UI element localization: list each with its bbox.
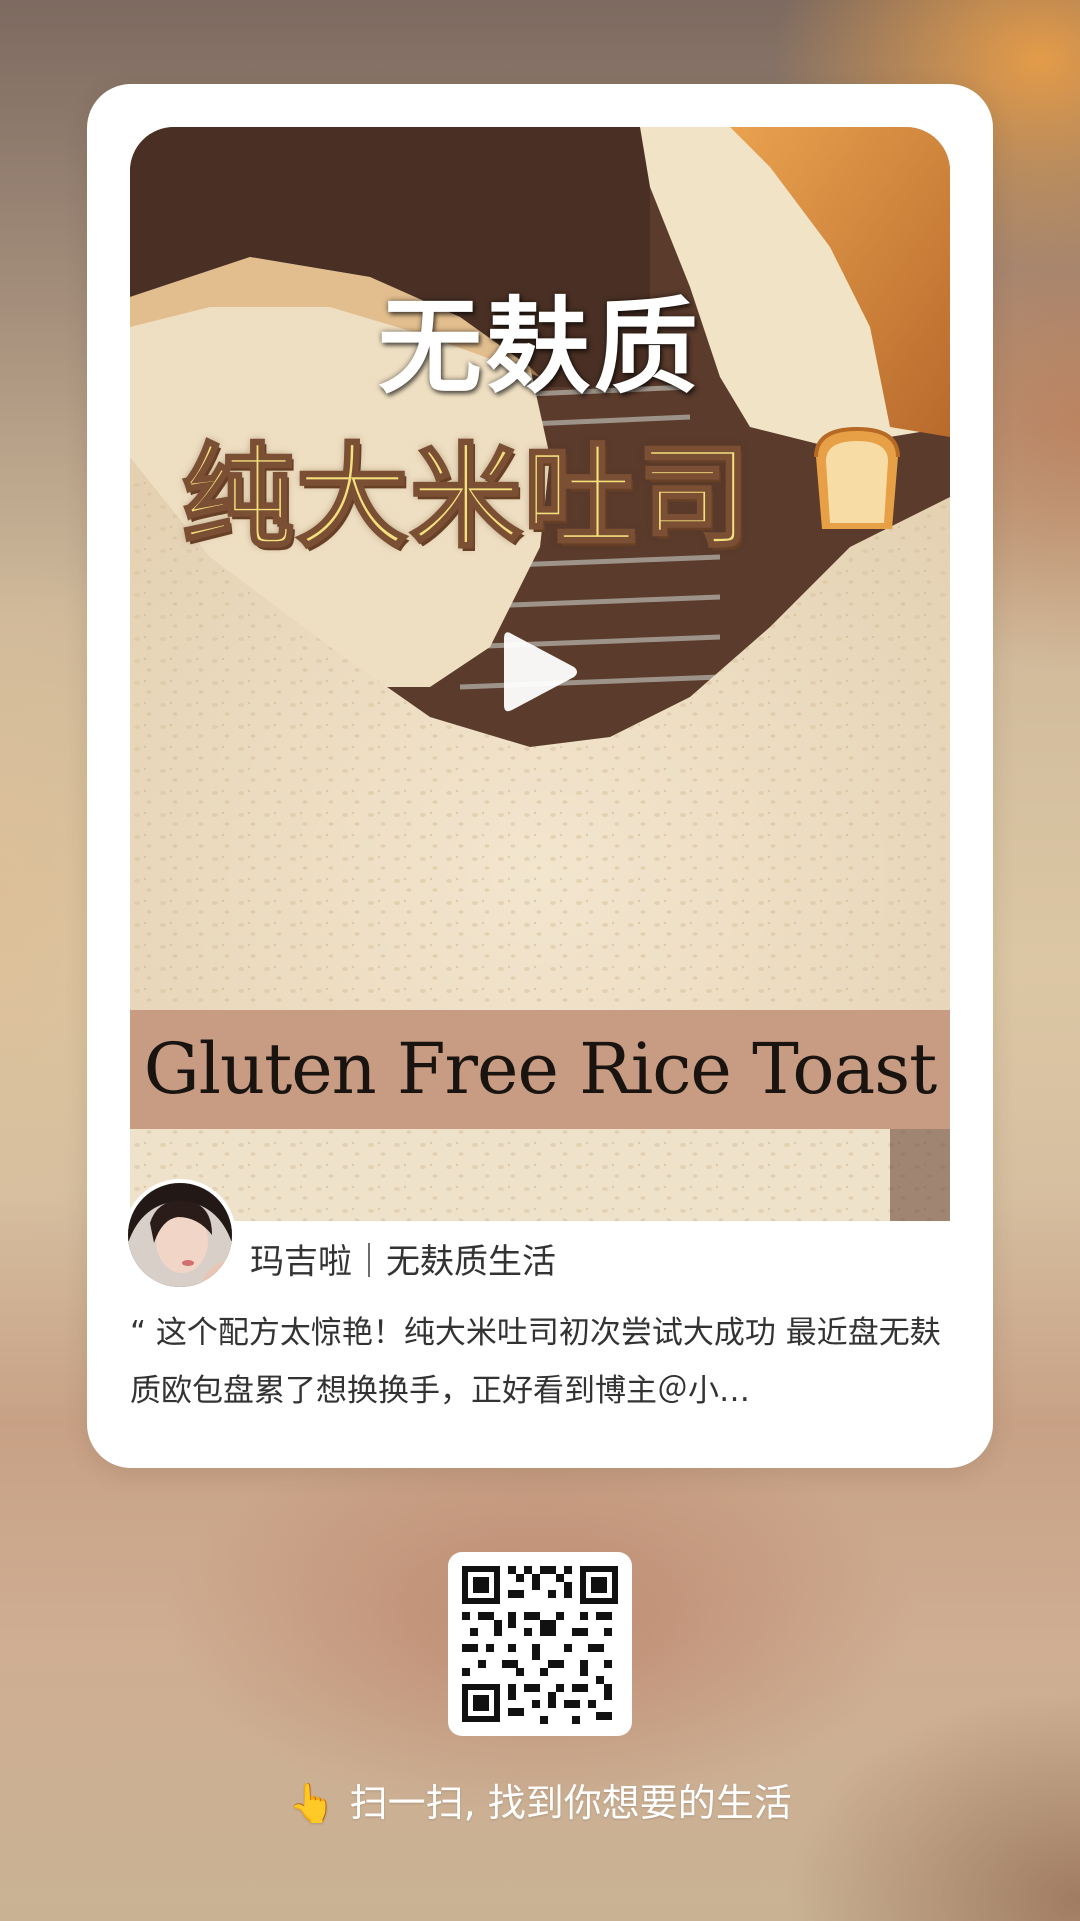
scan-prompt: 👆 扫一扫, 找到你想要的生活 (0, 1772, 1080, 1827)
avatar-image (128, 1183, 232, 1287)
bread-emoji-icon (814, 426, 900, 529)
qr-code (448, 1552, 632, 1736)
video-cover[interactable]: 无麸质 纯大米吐司 Gluten Free Rice Toast (130, 127, 950, 1221)
title-banner: Gluten Free Rice Toast (130, 1010, 950, 1129)
post-card[interactable]: 无麸质 纯大米吐司 Gluten Free Rice Toast 玛吉啦｜无麸质… (87, 84, 993, 1468)
avatar[interactable] (124, 1179, 236, 1291)
share-poster: 无麸质 纯大米吐司 Gluten Free Rice Toast 玛吉啦｜无麸质… (0, 0, 1080, 1921)
author-name[interactable]: 玛吉啦｜无麸质生活 (250, 1234, 556, 1283)
pointing-hand-icon: 👆 (288, 1781, 336, 1825)
post-excerpt[interactable]: “ 这个配方太惊艳！纯大米吐司初次尝试大成功 最近盘无麸质欧包盘累了想换换手，正… (130, 1304, 958, 1420)
qr-code-image (458, 1562, 622, 1726)
scan-prompt-text: 扫一扫, 找到你想要的生活 (349, 1781, 792, 1825)
banner-text: Gluten Free Rice Toast (143, 1028, 938, 1110)
play-icon[interactable] (500, 627, 580, 717)
cover-title-main: 纯大米吐司 (181, 432, 752, 565)
cover-title-top: 无麸质 (377, 286, 702, 408)
